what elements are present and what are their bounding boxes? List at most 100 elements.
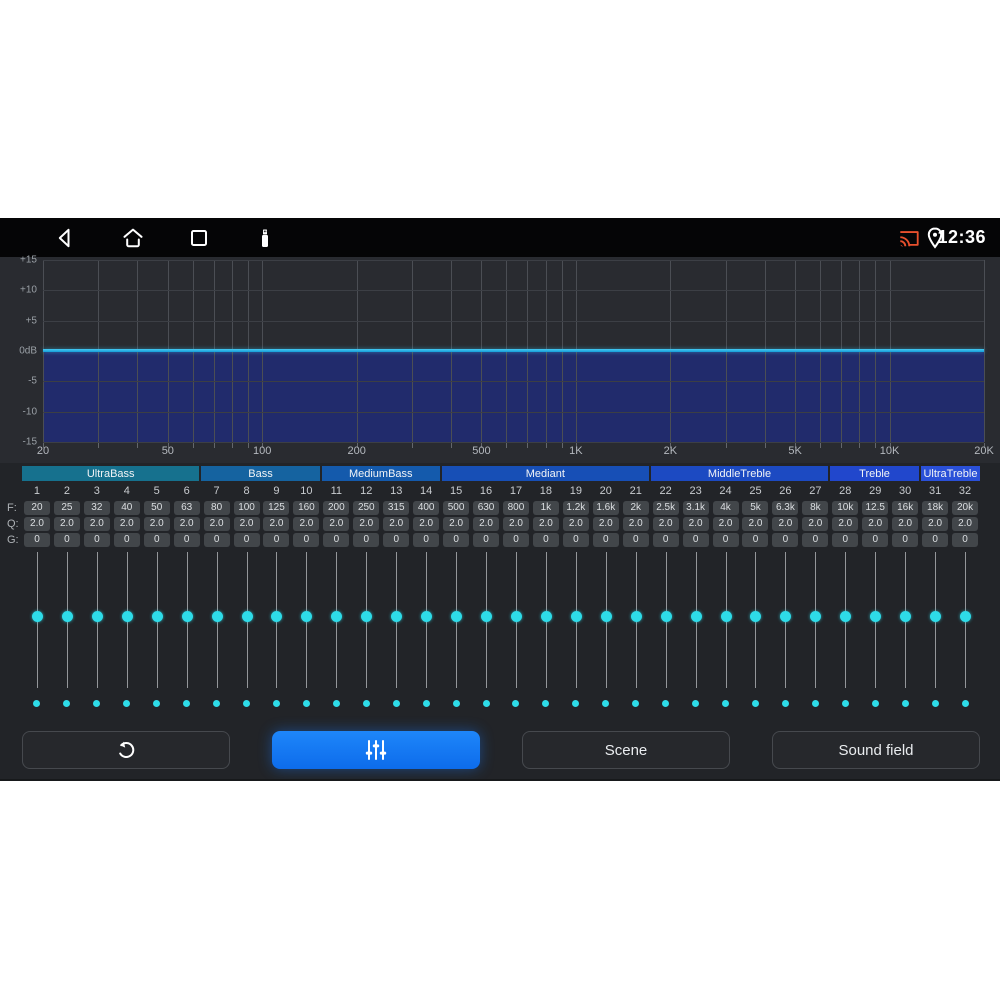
f-value-14[interactable]: 400 xyxy=(413,501,440,515)
f-value-10[interactable]: 160 xyxy=(293,501,320,515)
q-value-28[interactable]: 2.0 xyxy=(832,517,859,531)
q-value-29[interactable]: 2.0 xyxy=(862,517,889,531)
g-value-2[interactable]: 0 xyxy=(53,533,80,547)
f-value-3[interactable]: 32 xyxy=(83,501,110,515)
f-value-28[interactable]: 10k xyxy=(832,501,859,515)
q-value-25[interactable]: 2.0 xyxy=(742,517,769,531)
band-treble[interactable]: Treble xyxy=(830,466,919,481)
f-value-26[interactable]: 6.3k xyxy=(772,501,799,515)
gain-slider-knob-12[interactable] xyxy=(361,611,373,622)
g-value-12[interactable]: 0 xyxy=(353,533,380,547)
gain-slider-knob-16[interactable] xyxy=(481,611,493,622)
g-value-22[interactable]: 0 xyxy=(652,533,679,547)
gain-slider-knob-6[interactable] xyxy=(181,611,193,622)
gain-slider-knob-13[interactable] xyxy=(391,611,403,622)
gain-slider-knob-11[interactable] xyxy=(331,611,343,622)
f-value-19[interactable]: 1.2k xyxy=(562,501,589,515)
f-value-32[interactable]: 20k xyxy=(952,501,979,515)
f-value-6[interactable]: 63 xyxy=(173,501,200,515)
scene-button[interactable]: Scene xyxy=(522,731,730,769)
band-bass[interactable]: Bass xyxy=(201,466,320,481)
g-value-28[interactable]: 0 xyxy=(832,533,859,547)
gain-slider-knob-25[interactable] xyxy=(750,611,762,622)
band-middletreble[interactable]: MiddleTreble xyxy=(650,466,829,481)
gain-slider-knob-4[interactable] xyxy=(121,611,133,622)
g-value-15[interactable]: 0 xyxy=(443,533,470,547)
q-value-9[interactable]: 2.0 xyxy=(263,517,290,531)
q-value-30[interactable]: 2.0 xyxy=(892,517,919,531)
f-value-4[interactable]: 40 xyxy=(113,501,140,515)
q-value-12[interactable]: 2.0 xyxy=(353,517,380,531)
q-value-27[interactable]: 2.0 xyxy=(802,517,829,531)
gain-slider-knob-14[interactable] xyxy=(421,611,433,622)
f-value-18[interactable]: 1k xyxy=(532,501,559,515)
q-value-4[interactable]: 2.0 xyxy=(113,517,140,531)
gain-slider-knob-31[interactable] xyxy=(930,611,942,622)
equalizer-tab-button[interactable] xyxy=(272,731,480,769)
g-value-27[interactable]: 0 xyxy=(802,533,829,547)
f-value-17[interactable]: 800 xyxy=(502,501,529,515)
gain-slider-knob-30[interactable] xyxy=(900,611,912,622)
band-mediumbass[interactable]: MediumBass xyxy=(321,466,440,481)
g-value-4[interactable]: 0 xyxy=(113,533,140,547)
q-value-19[interactable]: 2.0 xyxy=(562,517,589,531)
f-value-13[interactable]: 315 xyxy=(383,501,410,515)
g-value-6[interactable]: 0 xyxy=(173,533,200,547)
g-value-17[interactable]: 0 xyxy=(502,533,529,547)
q-value-10[interactable]: 2.0 xyxy=(293,517,320,531)
gain-slider-knob-22[interactable] xyxy=(660,611,672,622)
gain-slider-knob-20[interactable] xyxy=(600,611,612,622)
gain-slider-knob-7[interactable] xyxy=(211,611,223,622)
f-value-11[interactable]: 200 xyxy=(323,501,350,515)
q-value-31[interactable]: 2.0 xyxy=(922,517,949,531)
f-value-16[interactable]: 630 xyxy=(473,501,500,515)
gain-slider-knob-24[interactable] xyxy=(720,611,732,622)
g-value-30[interactable]: 0 xyxy=(892,533,919,547)
f-value-23[interactable]: 3.1k xyxy=(682,501,709,515)
gain-slider-knob-3[interactable] xyxy=(91,611,103,622)
g-value-24[interactable]: 0 xyxy=(712,533,739,547)
gain-slider-knob-10[interactable] xyxy=(301,611,313,622)
gain-slider-knob-17[interactable] xyxy=(510,611,522,622)
g-value-11[interactable]: 0 xyxy=(323,533,350,547)
f-value-9[interactable]: 125 xyxy=(263,501,290,515)
g-value-21[interactable]: 0 xyxy=(622,533,649,547)
gain-slider-knob-9[interactable] xyxy=(271,611,283,622)
q-value-1[interactable]: 2.0 xyxy=(23,517,50,531)
q-value-26[interactable]: 2.0 xyxy=(772,517,799,531)
gain-slider-knob-29[interactable] xyxy=(870,611,882,622)
f-value-20[interactable]: 1.6k xyxy=(592,501,619,515)
q-value-7[interactable]: 2.0 xyxy=(203,517,230,531)
gain-slider-knob-26[interactable] xyxy=(780,611,792,622)
g-value-13[interactable]: 0 xyxy=(383,533,410,547)
reset-button[interactable] xyxy=(22,731,230,769)
band-ultratreble[interactable]: UltraTreble xyxy=(920,466,980,481)
g-value-3[interactable]: 0 xyxy=(83,533,110,547)
q-value-14[interactable]: 2.0 xyxy=(413,517,440,531)
q-value-3[interactable]: 2.0 xyxy=(83,517,110,531)
gain-slider-knob-8[interactable] xyxy=(241,611,253,622)
gain-slider-knob-21[interactable] xyxy=(630,611,642,622)
g-value-32[interactable]: 0 xyxy=(952,533,979,547)
g-value-19[interactable]: 0 xyxy=(562,533,589,547)
f-value-27[interactable]: 8k xyxy=(802,501,829,515)
g-value-8[interactable]: 0 xyxy=(233,533,260,547)
gain-slider-knob-2[interactable] xyxy=(61,611,73,622)
g-value-29[interactable]: 0 xyxy=(862,533,889,547)
band-mediant[interactable]: Mediant xyxy=(441,466,649,481)
f-value-12[interactable]: 250 xyxy=(353,501,380,515)
q-value-32[interactable]: 2.0 xyxy=(952,517,979,531)
f-value-25[interactable]: 5k xyxy=(742,501,769,515)
f-value-7[interactable]: 80 xyxy=(203,501,230,515)
g-value-25[interactable]: 0 xyxy=(742,533,769,547)
q-value-8[interactable]: 2.0 xyxy=(233,517,260,531)
g-value-26[interactable]: 0 xyxy=(772,533,799,547)
g-value-1[interactable]: 0 xyxy=(23,533,50,547)
g-value-18[interactable]: 0 xyxy=(532,533,559,547)
q-value-23[interactable]: 2.0 xyxy=(682,517,709,531)
g-value-5[interactable]: 0 xyxy=(143,533,170,547)
f-value-24[interactable]: 4k xyxy=(712,501,739,515)
gain-slider-knob-5[interactable] xyxy=(151,611,163,622)
f-value-1[interactable]: 20 xyxy=(23,501,50,515)
q-value-24[interactable]: 2.0 xyxy=(712,517,739,531)
